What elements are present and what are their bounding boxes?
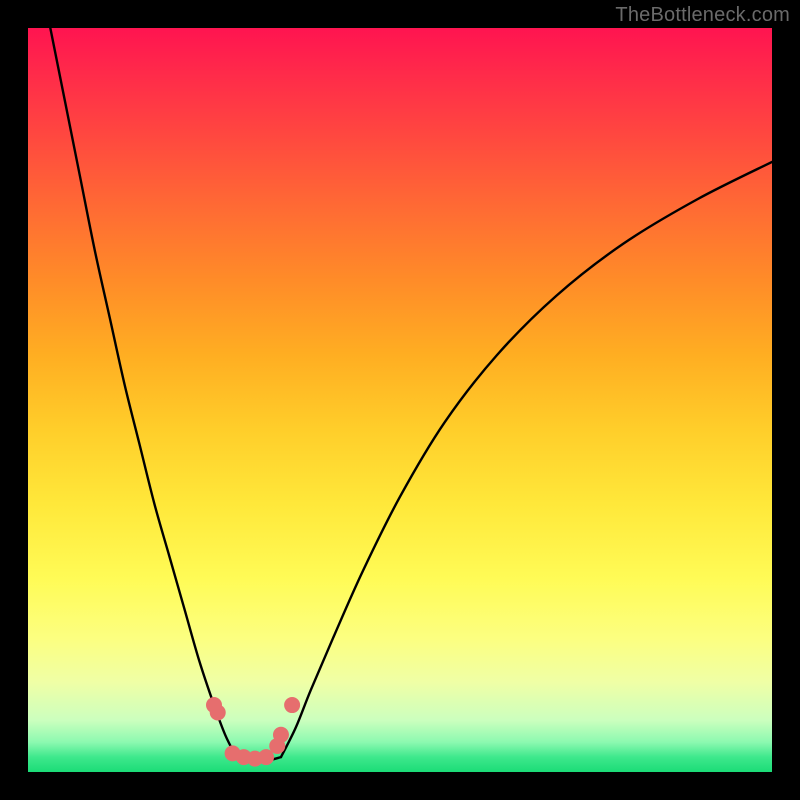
data-point	[210, 704, 226, 720]
curve-left-curve	[50, 28, 236, 757]
watermark-text: TheBottleneck.com	[615, 4, 790, 27]
scatter-layer	[206, 697, 300, 767]
chart-svg	[28, 28, 772, 772]
data-point	[273, 727, 289, 743]
curve-right-curve	[281, 162, 772, 757]
curve-layer	[50, 28, 772, 761]
outer-frame: TheBottleneck.com	[0, 0, 800, 800]
data-point	[284, 697, 300, 713]
plot-area	[28, 28, 772, 772]
